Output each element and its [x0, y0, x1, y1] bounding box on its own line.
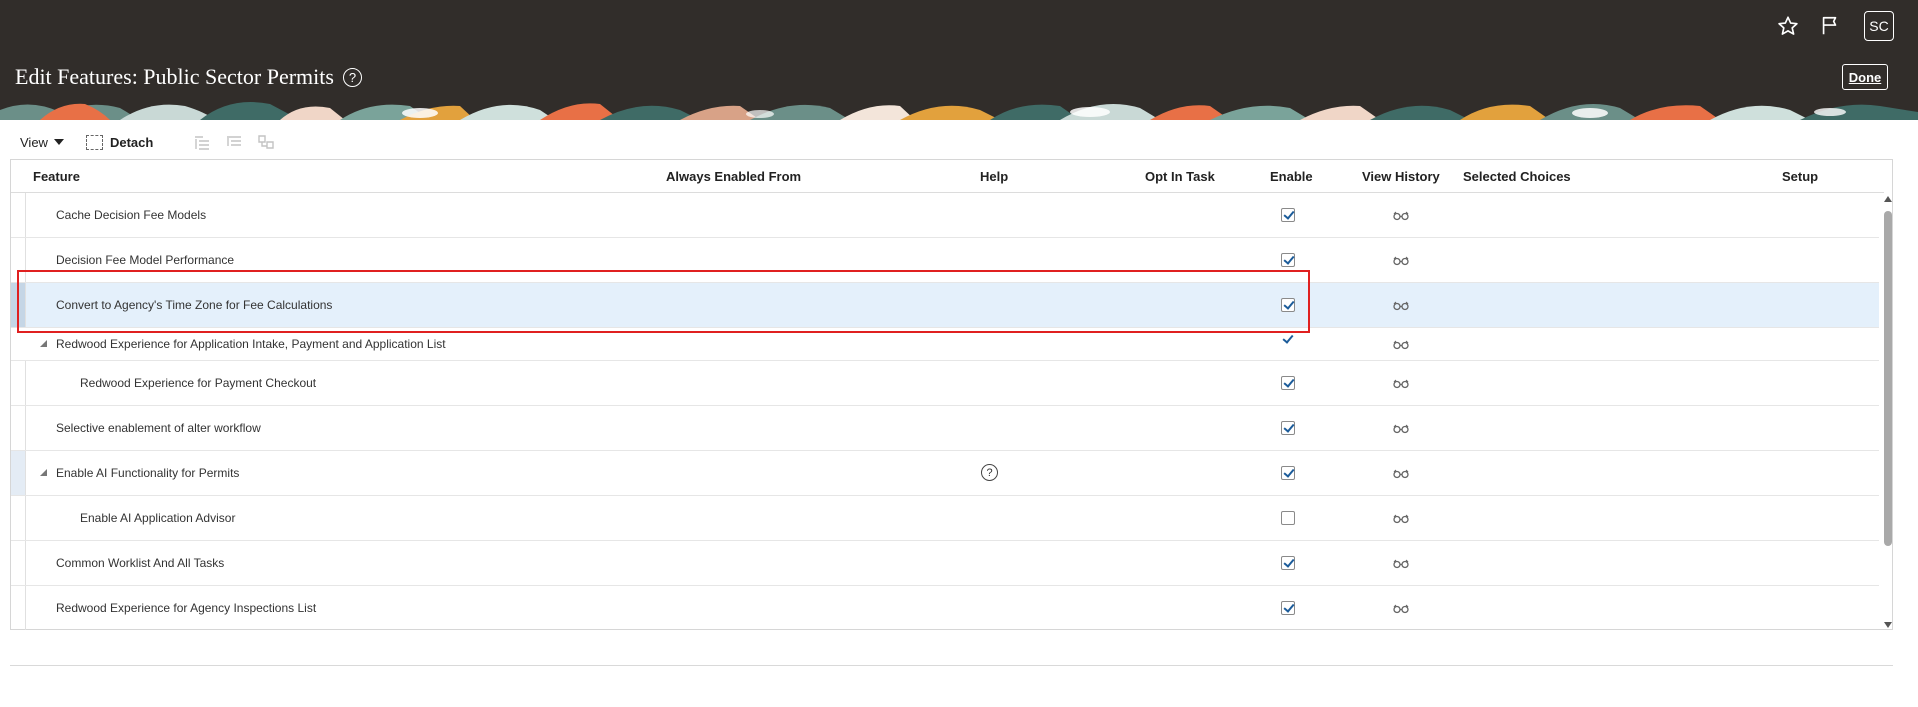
- table-row[interactable]: Common Worklist And All Tasks: [11, 541, 1879, 586]
- detach-button[interactable]: Detach: [85, 134, 154, 150]
- enable-checkbox[interactable]: [1281, 376, 1295, 390]
- enable-checkbox[interactable]: [1281, 253, 1295, 267]
- column-header-enable[interactable]: Enable: [1270, 169, 1313, 184]
- row-header[interactable]: [11, 361, 26, 405]
- column-header-feature[interactable]: Feature: [33, 169, 80, 184]
- feature-name: Redwood Experience for Agency Inspection…: [56, 601, 317, 615]
- checkmark-icon: [1283, 253, 1295, 265]
- chevron-down-icon: [53, 139, 64, 145]
- feature-name: Decision Fee Model Performance: [56, 253, 235, 267]
- feature-name: Redwood Experience for Payment Checkout: [80, 376, 317, 390]
- column-header-help[interactable]: Help: [980, 169, 1008, 184]
- flag-icon[interactable]: [1814, 10, 1846, 42]
- collapse-all-icon[interactable]: [225, 134, 243, 150]
- checkmark-icon: [1283, 466, 1295, 478]
- decorative-banner-pattern: [0, 102, 1918, 120]
- scroll-down-arrow-icon[interactable]: [1884, 622, 1892, 628]
- scroll-up-arrow-icon[interactable]: [1884, 196, 1892, 202]
- row-header[interactable]: [11, 541, 26, 585]
- feature-name: Selective enablement of alter workflow: [56, 421, 261, 435]
- feature-name: Enable AI Functionality for Permits: [56, 466, 240, 480]
- user-avatar[interactable]: SC: [1864, 11, 1894, 41]
- row-header[interactable]: [11, 193, 26, 237]
- view-history-glasses-icon[interactable]: [1393, 301, 1409, 311]
- enable-checkbox[interactable]: [1281, 601, 1295, 615]
- checkmark-icon: [1283, 376, 1295, 388]
- view-menu[interactable]: View: [20, 135, 64, 150]
- view-history-glasses-icon[interactable]: [1393, 379, 1409, 389]
- collapse-triangle-icon[interactable]: [40, 340, 47, 347]
- enable-checkbox[interactable]: [1281, 421, 1295, 435]
- checkmark-icon: [1283, 421, 1295, 433]
- table-row-selected[interactable]: Convert to Agency's Time Zone for Fee Ca…: [11, 283, 1879, 328]
- row-header[interactable]: [11, 451, 26, 495]
- row-header[interactable]: [11, 328, 25, 360]
- column-header-view-history[interactable]: View History: [1362, 169, 1440, 184]
- enable-checkbox[interactable]: [1281, 466, 1295, 480]
- scroll-to-parent-icon[interactable]: [257, 134, 275, 150]
- column-header-setup[interactable]: Setup: [1782, 169, 1818, 184]
- row-header[interactable]: [11, 586, 26, 630]
- table-vertical-scrollbar[interactable]: [1883, 192, 1893, 630]
- column-header-always-enabled-from[interactable]: Always Enabled From: [666, 169, 801, 184]
- row-header[interactable]: [11, 496, 26, 540]
- collapse-triangle-icon[interactable]: [40, 469, 47, 476]
- feature-name: Convert to Agency's Time Zone for Fee Ca…: [56, 298, 333, 312]
- view-history-glasses-icon[interactable]: [1393, 559, 1409, 569]
- view-history-glasses-icon[interactable]: [1393, 340, 1409, 350]
- row-header[interactable]: [11, 283, 26, 327]
- table-row-parent[interactable]: Enable AI Functionality for Permits ?: [11, 451, 1879, 496]
- detach-label: Detach: [109, 134, 154, 150]
- table-row-child[interactable]: Enable AI Application Advisor: [11, 496, 1879, 541]
- enable-checkbox[interactable]: [1281, 556, 1295, 570]
- table-toolbar: View Detach: [20, 132, 275, 152]
- view-menu-label: View: [20, 134, 48, 150]
- table-row[interactable]: Decision Fee Model Performance: [11, 238, 1879, 283]
- page-header: SC Edit Features: Public Sector Permits …: [0, 0, 1918, 120]
- feature-name: Common Worklist And All Tasks: [56, 556, 225, 570]
- detach-icon: [85, 134, 103, 150]
- checkmark-icon: [1283, 298, 1295, 310]
- done-button[interactable]: Done: [1842, 64, 1888, 90]
- table-row-child[interactable]: Redwood Experience for Payment Checkout: [11, 361, 1879, 406]
- page-title: Edit Features: Public Sector Permits: [15, 64, 334, 89]
- table-row[interactable]: Redwood Experience for Agency Inspection…: [11, 586, 1879, 630]
- checkmark-icon: [1282, 332, 1294, 344]
- feature-help-icon[interactable]: ?: [981, 464, 998, 481]
- enable-checkbox[interactable]: [1281, 298, 1295, 312]
- enable-checkbox[interactable]: [1281, 511, 1295, 525]
- expand-all-icon[interactable]: [193, 134, 211, 150]
- favorite-star-icon[interactable]: [1772, 10, 1804, 42]
- checkmark-icon: [1283, 601, 1295, 613]
- view-history-glasses-icon[interactable]: [1393, 211, 1409, 221]
- page-help-icon[interactable]: ?: [342, 67, 362, 87]
- table-row[interactable]: Selective enablement of alter workflow: [11, 406, 1879, 451]
- view-history-glasses-icon[interactable]: [1393, 469, 1409, 479]
- checkmark-icon: [1283, 556, 1295, 568]
- feature-name: Enable AI Application Advisor: [80, 511, 236, 525]
- enable-checkbox[interactable]: [1281, 332, 1295, 347]
- table-row[interactable]: Cache Decision Fee Models: [11, 193, 1879, 238]
- page-divider: [10, 665, 1893, 666]
- table-header-row: Feature Always Enabled From Help Opt In …: [11, 160, 1884, 193]
- column-header-opt-in-task[interactable]: Opt In Task: [1145, 169, 1215, 184]
- view-history-glasses-icon[interactable]: [1393, 256, 1409, 266]
- scrollbar-thumb[interactable]: [1884, 211, 1892, 546]
- view-history-glasses-icon[interactable]: [1393, 604, 1409, 614]
- view-history-glasses-icon[interactable]: [1393, 424, 1409, 434]
- features-table: Feature Always Enabled From Help Opt In …: [10, 159, 1893, 630]
- enable-checkbox[interactable]: [1281, 208, 1295, 222]
- checkmark-icon: [1283, 208, 1295, 220]
- feature-name: Cache Decision Fee Models: [56, 208, 207, 222]
- view-history-glasses-icon[interactable]: [1393, 514, 1409, 524]
- table-row-parent[interactable]: Redwood Experience for Application Intak…: [11, 328, 1879, 361]
- feature-name: Redwood Experience for Application Intak…: [56, 337, 446, 351]
- row-header[interactable]: [11, 238, 26, 282]
- row-header[interactable]: [11, 406, 26, 450]
- column-header-selected-choices[interactable]: Selected Choices: [1463, 169, 1571, 184]
